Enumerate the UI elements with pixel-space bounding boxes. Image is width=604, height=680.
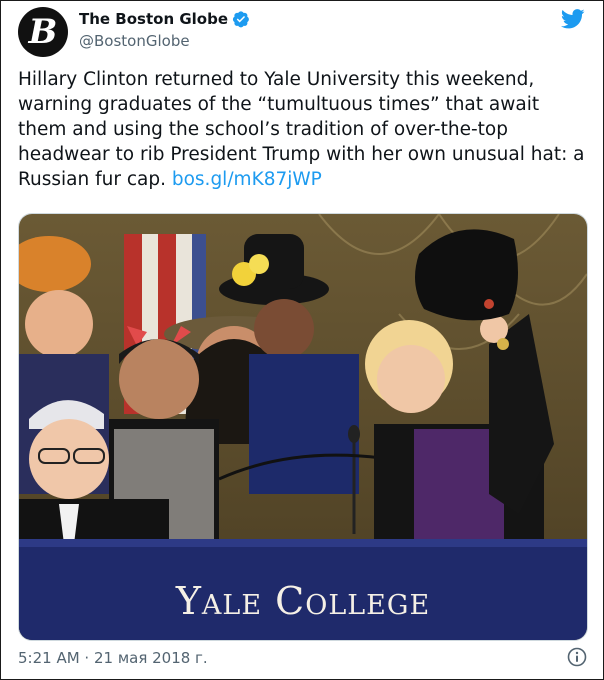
display-name[interactable]: The Boston Globe xyxy=(79,10,228,28)
tweet-card: B The Boston Globe @BostonGlobe Hillary … xyxy=(0,0,604,680)
tweet-text: Hillary Clinton returned to Yale Univers… xyxy=(18,67,588,192)
verified-badge-icon xyxy=(232,11,249,28)
timestamp[interactable]: 5:21 AM · 21 мая 2018 г. xyxy=(18,649,208,667)
twitter-bird-icon[interactable] xyxy=(561,9,585,29)
commencement-photo xyxy=(19,214,587,640)
handle[interactable]: @BostonGlobe xyxy=(79,32,190,50)
info-icon[interactable] xyxy=(567,647,587,667)
photo-banner-text: Yale College xyxy=(175,579,431,623)
tweet-link[interactable]: bos.gl/mK87jWP xyxy=(172,169,322,190)
author-row: The Boston Globe xyxy=(79,10,250,28)
avatar[interactable]: B xyxy=(18,7,68,57)
avatar-logo: B xyxy=(28,12,58,52)
tweet-photo[interactable]: Yale College xyxy=(18,213,588,641)
